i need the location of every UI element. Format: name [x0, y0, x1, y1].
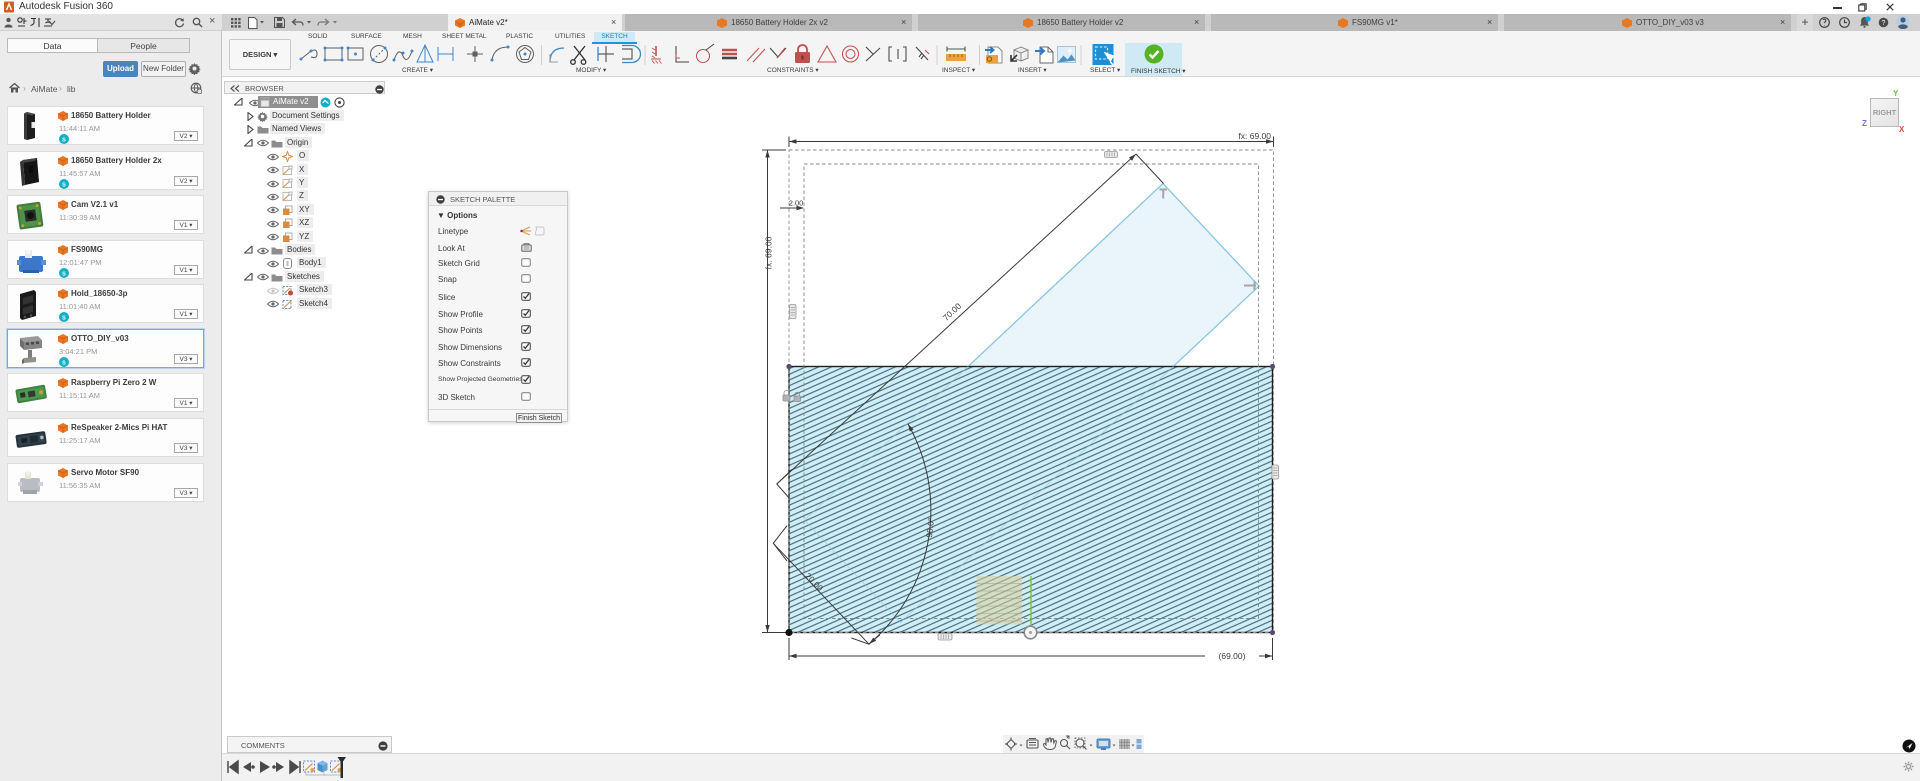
svg-text:70.00: 70.00 — [941, 301, 964, 323]
svg-text:S: S — [62, 271, 66, 277]
svg-text:2.00: 2.00 — [789, 199, 804, 208]
svg-text:?: ? — [1882, 20, 1886, 27]
svg-text:90.0°: 90.0° — [924, 517, 936, 538]
svg-text:S: S — [62, 137, 66, 143]
svg-text:(69.00): (69.00) — [1219, 651, 1246, 661]
svg-text:S: S — [62, 360, 66, 366]
svg-text:fx: 69.00: fx: 69.00 — [1238, 131, 1271, 141]
svg-text:S: S — [62, 182, 66, 188]
svg-text:fx: 69.00: fx: 69.00 — [764, 236, 774, 269]
svg-text:S: S — [62, 316, 66, 322]
